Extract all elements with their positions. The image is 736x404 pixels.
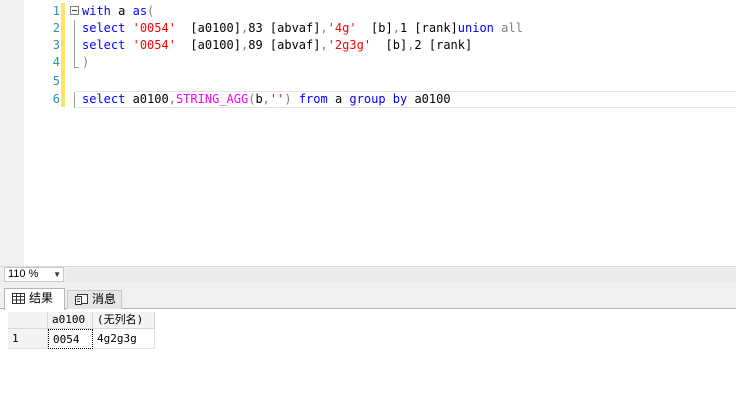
tab-messages-label: 消息 xyxy=(92,292,117,306)
code-token: , xyxy=(392,21,400,35)
code-token: , xyxy=(168,92,176,106)
change-tracking-bar xyxy=(61,3,65,107)
zoom-select[interactable]: 110 % ▼ xyxy=(4,267,64,282)
column-header[interactable]: a0100 xyxy=(48,312,93,329)
grid-cell-selected[interactable]: 0054 xyxy=(48,329,93,349)
code-token: from xyxy=(298,92,328,106)
code-token: select xyxy=(82,92,126,106)
collapse-region-icon[interactable] xyxy=(70,6,79,15)
code-token: '2g3g' xyxy=(327,38,372,52)
code-token: , xyxy=(262,92,270,106)
code-token: '4g' xyxy=(327,21,357,35)
code-token: b xyxy=(255,92,263,106)
results-pane: 结果 消息 a0100 (无列名) 1 0054 4g2g3g xyxy=(0,283,736,404)
code-token: a0100 xyxy=(407,92,451,106)
chevron-down-icon[interactable]: ▼ xyxy=(53,268,61,281)
code-token: 2 [rank] xyxy=(414,38,473,52)
line-number: 6 xyxy=(52,92,60,106)
code-token: [b] xyxy=(371,38,408,52)
grid-corner-header[interactable] xyxy=(8,312,48,329)
outline-guide xyxy=(74,20,75,68)
code-token: '0054' xyxy=(132,21,176,35)
selection-margin xyxy=(0,0,24,266)
line-number: 3 xyxy=(52,38,60,52)
grid-cell[interactable]: 4g2g3g xyxy=(93,329,155,349)
code-token: group xyxy=(349,92,386,106)
code-token: ) xyxy=(82,55,90,69)
code-token: [a0100] xyxy=(175,38,241,52)
line-number: 2 xyxy=(52,21,60,35)
code-token: 1 [rank] xyxy=(399,21,458,35)
messages-icon xyxy=(75,294,88,305)
horizontal-scrollbar[interactable] xyxy=(66,268,736,282)
tab-messages[interactable]: 消息 xyxy=(67,290,122,309)
code-token: select xyxy=(82,38,126,52)
code-line-6[interactable]: select a0100,STRING_AGG(b,'') from a gro… xyxy=(82,91,451,108)
code-token: STRING_AGG xyxy=(175,92,249,106)
column-header[interactable]: (无列名) xyxy=(93,312,155,329)
line-number: 1 xyxy=(52,4,60,18)
code-token: a xyxy=(327,92,350,106)
code-line-1[interactable]: with a as( xyxy=(82,3,154,20)
code-token: with xyxy=(82,4,111,18)
line-number: 5 xyxy=(52,74,60,88)
code-token: '0054' xyxy=(132,38,176,52)
zoom-bar: 110 % ▼ xyxy=(0,266,736,283)
code-token: union xyxy=(457,21,494,35)
code-token: a xyxy=(110,4,133,18)
code-token: a0100 xyxy=(125,92,169,106)
code-token: select xyxy=(82,21,126,35)
grid-icon xyxy=(12,293,25,304)
outline-guide-end xyxy=(74,67,79,68)
results-tab-strip: 结果 消息 xyxy=(0,283,736,310)
zoom-value: 110 % xyxy=(8,268,39,280)
code-token: ) xyxy=(284,92,292,106)
code-token: 83 [abvaf] xyxy=(248,21,321,35)
code-line-2[interactable]: select '0054' [a0100],83 [abvaf],'4g' [b… xyxy=(82,20,523,37)
code-line-3[interactable]: select '0054' [a0100],89 [abvaf],'2g3g' … xyxy=(82,37,472,54)
code-token: ( xyxy=(147,4,155,18)
row-header[interactable]: 1 xyxy=(8,329,48,349)
outline-guide xyxy=(74,92,75,108)
code-token: 89 [abvaf] xyxy=(248,38,321,52)
code-token: as xyxy=(132,4,148,18)
tab-results-label: 结果 xyxy=(29,291,54,305)
query-editor[interactable]: 1 2 3 4 5 6 with a as( select '0054' [a0… xyxy=(0,0,736,266)
code-token: all xyxy=(501,21,523,35)
code-token: , xyxy=(320,38,328,52)
code-token: by xyxy=(392,92,408,106)
code-token: '' xyxy=(269,92,285,106)
code-token: [b] xyxy=(356,21,393,35)
code-token: , xyxy=(320,21,328,35)
tab-results[interactable]: 结果 xyxy=(4,288,65,310)
code-line-4[interactable]: ) xyxy=(82,54,89,71)
code-token: [a0100] xyxy=(175,21,241,35)
line-number: 4 xyxy=(52,55,60,69)
